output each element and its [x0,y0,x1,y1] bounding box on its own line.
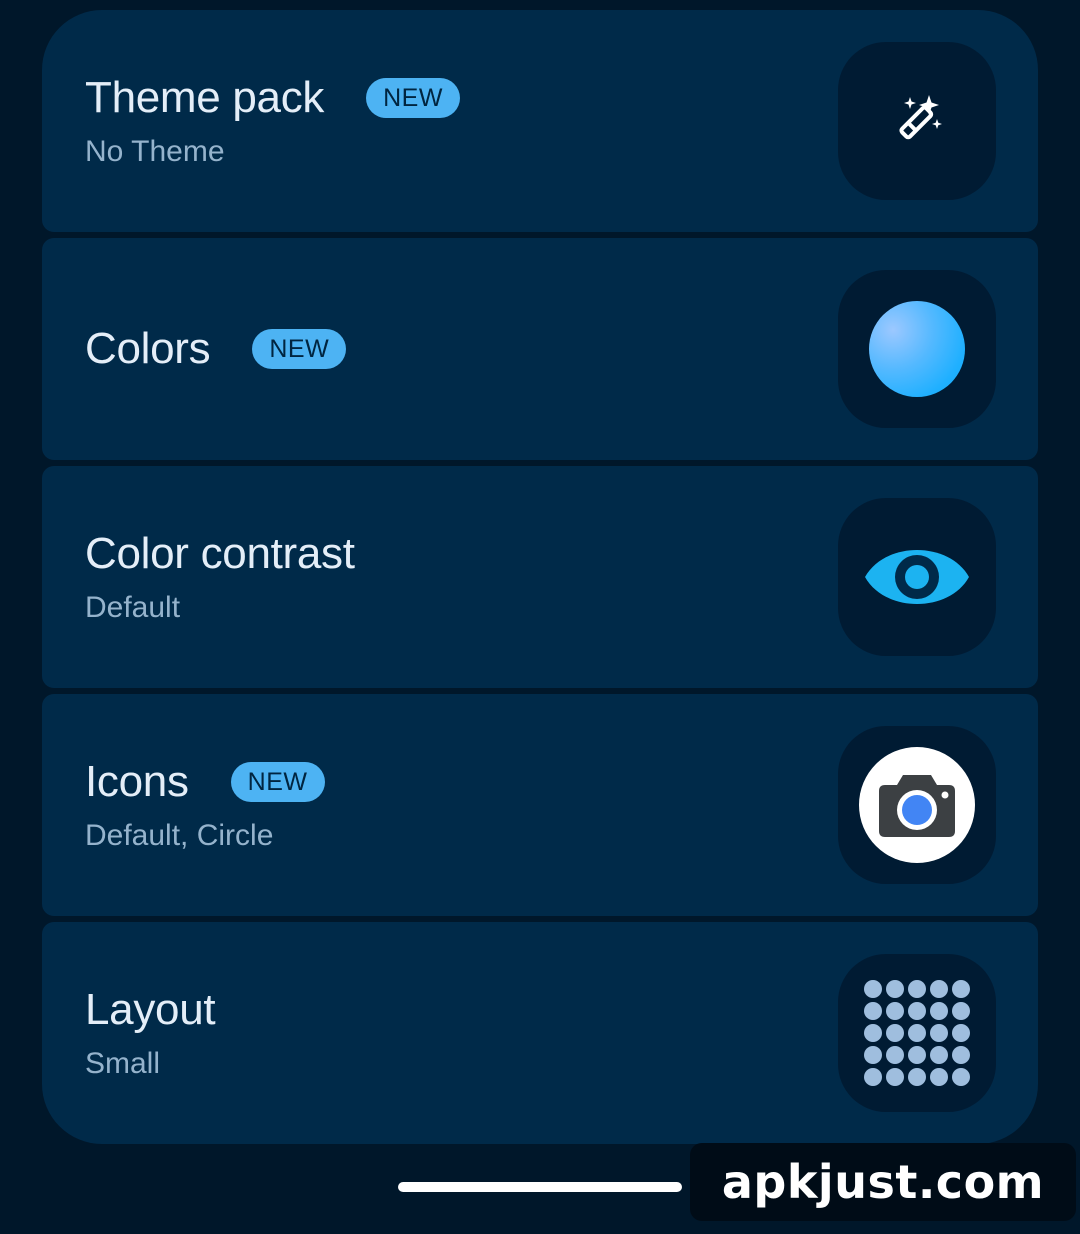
colors-row[interactable]: Colors NEW [42,238,1038,460]
grid-dot [930,1024,948,1042]
grid-dot [864,980,882,998]
grid-icon [864,980,970,1086]
icons-text: Icons NEW Default, Circle [85,755,325,855]
eye-icon [865,550,969,604]
camera-app-icon [859,747,975,863]
grid-dot [864,1068,882,1086]
navigation-handle[interactable] [398,1182,682,1192]
color-swatch-icon [869,301,965,397]
theme-pack-title: Theme pack [85,73,325,122]
colors-icon-tile [838,270,996,428]
grid-dot [930,1068,948,1086]
watermark-text: apkjust.com [690,1143,1076,1221]
icons-title-row: Icons NEW [85,755,325,809]
theme-pack-icon-tile [838,42,996,200]
grid-dot [908,1002,926,1020]
layout-subtitle: Small [85,1047,161,1080]
theme-pack-text: Theme pack NEW No Theme [85,71,460,171]
colors-text: Colors NEW [85,322,347,376]
new-badge: NEW [252,329,347,369]
color-contrast-title: Color contrast [85,529,355,578]
color-contrast-text: Color contrast Default [85,527,355,627]
grid-dot [908,1068,926,1086]
grid-dot [864,1002,882,1020]
grid-dot [952,980,970,998]
color-contrast-icon-tile [838,498,996,656]
grid-dot [886,1002,904,1020]
grid-dot [886,1046,904,1064]
colors-title-row: Colors NEW [85,322,347,376]
grid-dot [952,1024,970,1042]
color-contrast-row[interactable]: Color contrast Default [42,466,1038,688]
grid-dot [864,1024,882,1042]
layout-title: Layout [85,985,216,1034]
icons-row[interactable]: Icons NEW Default, Circle [42,694,1038,916]
layout-icon-tile [838,954,996,1112]
settings-list: Theme pack NEW No Theme Colors NEW Color… [42,10,1038,1144]
new-badge: NEW [230,762,325,802]
grid-dot [908,1024,926,1042]
grid-dot [886,980,904,998]
colors-title: Colors [85,324,211,373]
layout-text: Layout Small [85,983,216,1083]
theme-pack-subtitle: No Theme [85,135,225,168]
grid-dot [864,1046,882,1064]
icons-subtitle: Default, Circle [85,819,274,852]
grid-dot [930,980,948,998]
layout-row[interactable]: Layout Small [42,922,1038,1144]
grid-dot [952,1002,970,1020]
theme-pack-row[interactable]: Theme pack NEW No Theme [42,10,1038,232]
grid-dot [930,1046,948,1064]
layout-title-row: Layout [85,983,216,1037]
icons-title: Icons [85,757,189,806]
grid-dot [886,1024,904,1042]
icons-icon-tile [838,726,996,884]
camera-icon [879,775,955,837]
grid-dot [886,1068,904,1086]
theme-pack-title-row: Theme pack NEW [85,71,460,125]
grid-dot [908,980,926,998]
color-contrast-subtitle: Default [85,591,181,624]
magic-wand-icon [899,95,942,140]
grid-dot [952,1068,970,1086]
new-badge: NEW [366,78,460,118]
grid-dot [908,1046,926,1064]
grid-dot [930,1002,948,1020]
grid-dot [952,1046,970,1064]
color-contrast-title-row: Color contrast [85,527,355,581]
